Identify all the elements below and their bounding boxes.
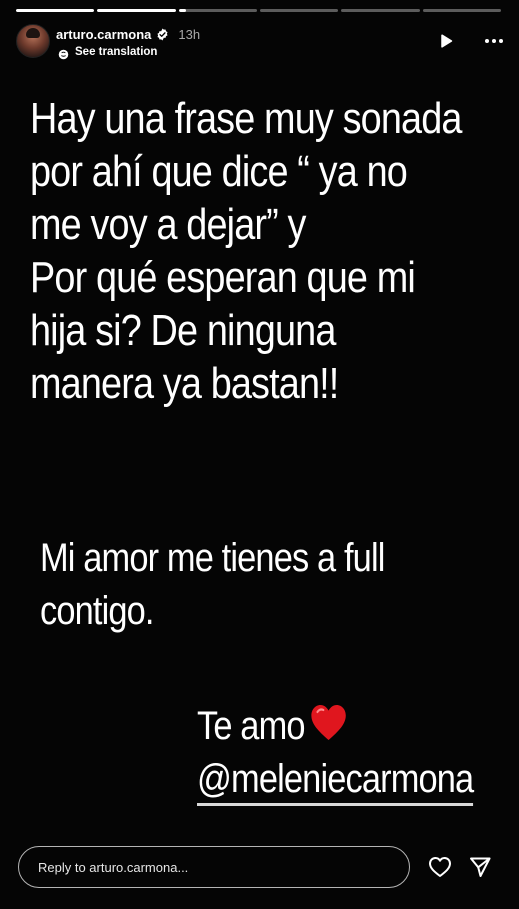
progress-segment xyxy=(259,9,339,12)
story-text-line: @meleniecarmona xyxy=(197,753,474,806)
username[interactable]: arturo.carmona xyxy=(56,27,151,42)
avatar[interactable] xyxy=(16,24,50,58)
story-text-line: Hay una frase muy sonada xyxy=(30,94,462,143)
mention-link[interactable]: @meleniecarmona xyxy=(197,757,474,806)
story-header: arturo.carmona 13h See translation xyxy=(16,22,505,62)
verified-badge-icon xyxy=(156,28,169,41)
progress-segment xyxy=(97,9,176,12)
te-amo-text: Te amo xyxy=(197,704,306,748)
reply-input[interactable]: Reply to arturo.carmona... xyxy=(18,846,410,888)
username-row: arturo.carmona 13h xyxy=(56,25,200,43)
story-viewer: arturo.carmona 13h See translation Hay u… xyxy=(0,0,519,909)
play-icon[interactable] xyxy=(437,32,455,50)
post-time: 13h xyxy=(178,26,201,42)
more-icon[interactable] xyxy=(483,32,505,50)
progress-segment xyxy=(16,9,95,12)
story-text-line: por ahí que dice “ ya no xyxy=(30,147,408,196)
see-translation-label: See translation xyxy=(75,46,158,58)
see-translation-link[interactable]: See translation xyxy=(58,44,157,60)
story-text-line: contigo. xyxy=(40,589,154,633)
reply-placeholder: Reply to arturo.carmona... xyxy=(38,859,189,875)
story-text-paragraph-3: Te amo @meleniecarmona xyxy=(197,700,474,806)
story-text-paragraph-1: Hay una frase muy sonada por ahí que dic… xyxy=(30,92,462,410)
heart-outline-icon[interactable] xyxy=(428,856,452,878)
story-text-paragraph-2: Mi amor me tienes a full contigo. xyxy=(40,532,444,638)
translate-icon xyxy=(58,47,69,59)
story-progress-bar xyxy=(16,9,501,12)
story-text-line: Por qué esperan que mi xyxy=(30,253,416,302)
story-text-line: me voy a dejar” y xyxy=(30,200,306,249)
red-heart-icon xyxy=(310,703,348,743)
progress-segment xyxy=(422,9,501,12)
progress-segment xyxy=(178,9,257,12)
progress-segment xyxy=(341,9,420,12)
story-text-line: Te amo xyxy=(197,700,472,753)
story-text-line: hija si? De ninguna xyxy=(30,306,336,355)
story-text-line: Mi amor me tienes a full xyxy=(40,536,385,580)
send-icon[interactable] xyxy=(468,855,492,879)
story-text-line: manera ya bastan!! xyxy=(30,359,339,408)
